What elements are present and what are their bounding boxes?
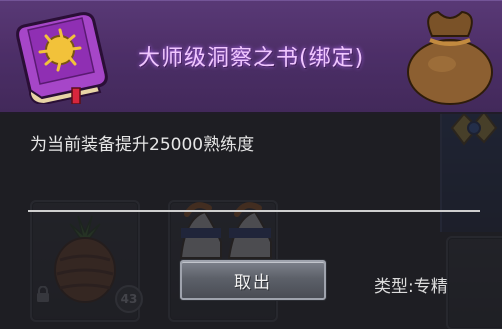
item-description: 为当前装备提升25000熟练度 (30, 135, 255, 155)
divider (28, 210, 480, 212)
take-out-button[interactable]: 取出 (180, 260, 326, 300)
purple-book-icon (16, 12, 108, 104)
item-dialog: 大师级洞察之书(绑定) 为当前装备提升25000熟练度 取出 类型:专精 (0, 0, 502, 329)
item-type-label: 类型:专精 (374, 277, 448, 297)
dialog-title: 大师级洞察之书(绑定) (138, 46, 365, 71)
game-screen: 43 大师级洞察之书(绑定) 为当前装备提升25000熟练度 取出 (0, 0, 502, 329)
loot-bag-icon (407, 10, 493, 105)
